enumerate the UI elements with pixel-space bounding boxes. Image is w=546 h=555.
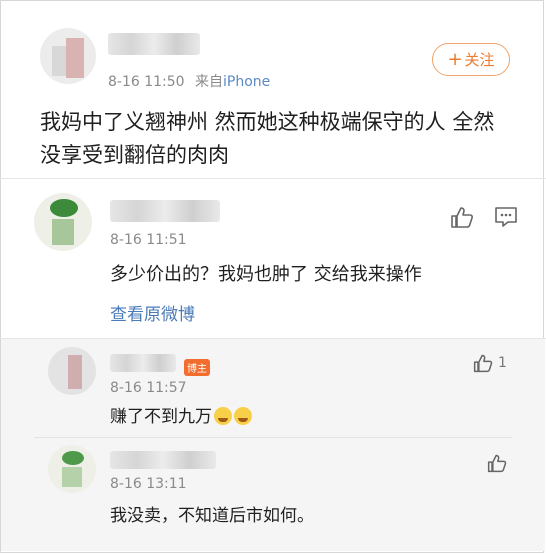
reply-time: 8-16 13:11 — [110, 476, 187, 492]
divider — [0, 338, 546, 339]
username-blurred[interactable] — [108, 33, 200, 55]
comment-text: 多少价出的？我妈也肿了 交给我来操作 — [110, 264, 422, 285]
avatar[interactable] — [48, 347, 96, 395]
post-time: 8-16 11:50 — [108, 74, 185, 90]
like-icon[interactable] — [486, 453, 508, 473]
reply-time: 8-16 11:57 — [110, 380, 187, 396]
username-blurred[interactable] — [110, 451, 216, 469]
follow-button[interactable]: + 关注 — [432, 43, 510, 76]
view-original-post-link[interactable]: 查看原微博 — [110, 300, 195, 325]
post-source-prefix: 来自 — [195, 74, 224, 90]
comment-icon[interactable] — [494, 206, 518, 228]
username-blurred[interactable] — [110, 200, 220, 222]
username-blurred[interactable] — [110, 354, 176, 372]
divider — [34, 437, 512, 438]
post-text-line2: 没享受到翻倍的肉肉 — [40, 143, 229, 167]
plus-icon: + — [447, 49, 463, 70]
like-icon[interactable] — [472, 353, 494, 373]
thumbs-up-icon — [473, 354, 493, 373]
post-meta: 8-16 11:50 来自iPhone — [108, 71, 270, 91]
post-source[interactable]: iPhone — [223, 74, 270, 90]
post-text-line1: 我妈中了义翘神州 然而她这种极端保守的人 全然 — [40, 110, 495, 134]
reply-text: 赚了不到九万 — [110, 402, 252, 427]
avatar[interactable] — [40, 28, 96, 84]
avatar[interactable] — [34, 193, 92, 251]
comment-bubble-icon — [495, 207, 517, 227]
crying-emoji-icon — [214, 407, 232, 425]
author-badge: 博主 — [184, 359, 210, 376]
reply-text: 我没卖，不知道后市如何。 — [110, 506, 314, 526]
crying-emoji-icon — [234, 407, 252, 425]
thumbs-up-icon — [487, 454, 507, 473]
thumbs-up-icon — [451, 207, 473, 228]
like-count: 1 — [498, 355, 507, 371]
reply-text-content: 赚了不到九万 — [110, 407, 212, 427]
avatar[interactable] — [48, 445, 96, 493]
like-icon[interactable] — [449, 205, 475, 229]
comment-time: 8-16 11:51 — [110, 232, 187, 248]
divider — [0, 178, 546, 179]
follow-label: 关注 — [464, 51, 495, 69]
